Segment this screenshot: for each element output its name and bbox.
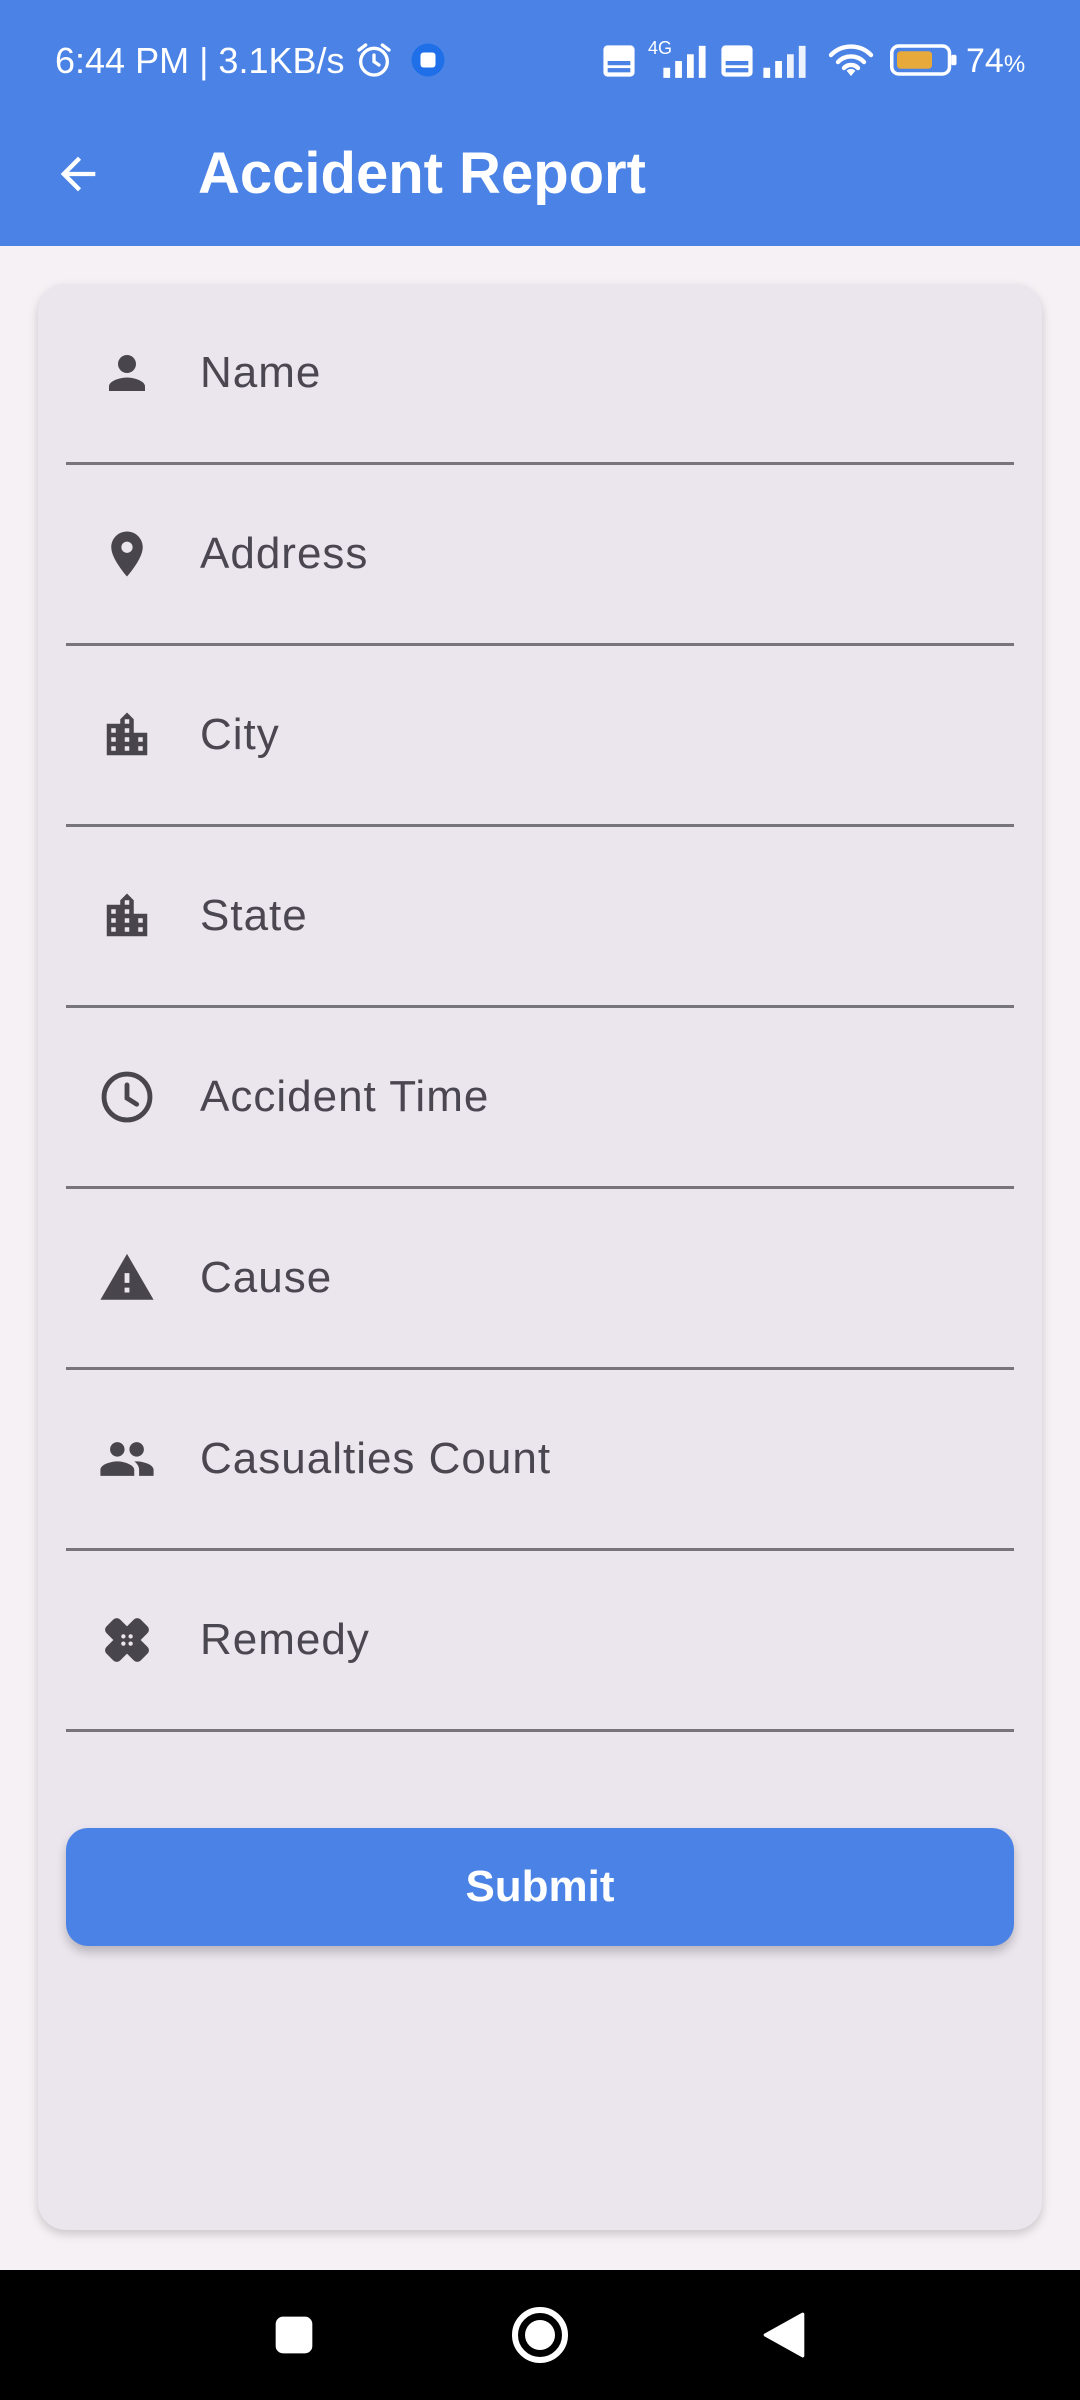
cause-field[interactable]: Cause	[66, 1189, 1014, 1370]
warning-icon	[98, 1249, 156, 1307]
casualties-count-field[interactable]: Casualties Count	[66, 1370, 1014, 1551]
battery-icon	[890, 42, 960, 83]
accident-report-screen: 6:44 PM | 3.1KB/s 4G 74% Accident Report…	[0, 0, 1080, 2400]
battery-unit: %	[1003, 51, 1026, 78]
signal-icon-2	[760, 44, 814, 83]
status-time: 6:44 PM | 3.1KB/s	[55, 40, 345, 81]
bandage-icon	[98, 1611, 156, 1669]
accident-form-card: Name Address City State Accident Time Ca…	[38, 284, 1042, 2230]
city-field-label: City	[200, 710, 280, 759]
city-field[interactable]: City	[66, 646, 1014, 827]
arrow-back-icon	[60, 156, 96, 192]
remedy-field[interactable]: Remedy	[66, 1551, 1014, 1732]
people-icon	[98, 1430, 156, 1488]
app-bar: Accident Report	[0, 120, 1080, 246]
cause-field-label: Cause	[200, 1253, 333, 1302]
address-field[interactable]: Address	[66, 465, 1014, 646]
location-pin-icon	[98, 525, 156, 583]
recents-button[interactable]	[246, 2287, 342, 2383]
recents-square-icon	[275, 2316, 313, 2354]
home-button[interactable]	[492, 2287, 588, 2383]
state-field-label: State	[200, 891, 308, 940]
header: 6:44 PM | 3.1KB/s 4G 74% Accident Report	[0, 0, 1080, 246]
page-title: Accident Report	[198, 141, 646, 206]
system-nav-bar	[0, 2270, 1080, 2400]
accident-time-field-label: Accident Time	[200, 1072, 490, 1121]
volte-icon-2	[720, 44, 754, 83]
back-nav-button[interactable]	[736, 2287, 832, 2383]
signal-icon	[660, 44, 714, 83]
back-button[interactable]	[40, 136, 116, 212]
remedy-field-label: Remedy	[200, 1615, 370, 1664]
city-building-icon	[98, 706, 156, 764]
volte-icon	[602, 44, 636, 83]
name-field[interactable]: Name	[66, 284, 1014, 465]
notification-app-icon	[410, 42, 446, 83]
status-bar: 6:44 PM | 3.1KB/s 4G 74%	[0, 0, 1080, 120]
state-field[interactable]: State	[66, 827, 1014, 1008]
name-field-label: Name	[200, 348, 322, 397]
address-field-label: Address	[200, 529, 369, 578]
accident-time-field[interactable]: Accident Time	[66, 1008, 1014, 1189]
alarm-icon	[354, 40, 394, 85]
home-circle-icon	[512, 2307, 568, 2363]
submit-button[interactable]: Submit	[66, 1828, 1014, 1946]
casualties-count-field-label: Casualties Count	[200, 1434, 552, 1483]
back-triangle-icon	[763, 2312, 805, 2358]
clock-icon	[98, 1068, 156, 1126]
wifi-icon	[826, 40, 876, 85]
battery-percent: 74%	[966, 42, 1026, 80]
person-icon	[98, 344, 156, 402]
state-building-icon	[98, 887, 156, 945]
